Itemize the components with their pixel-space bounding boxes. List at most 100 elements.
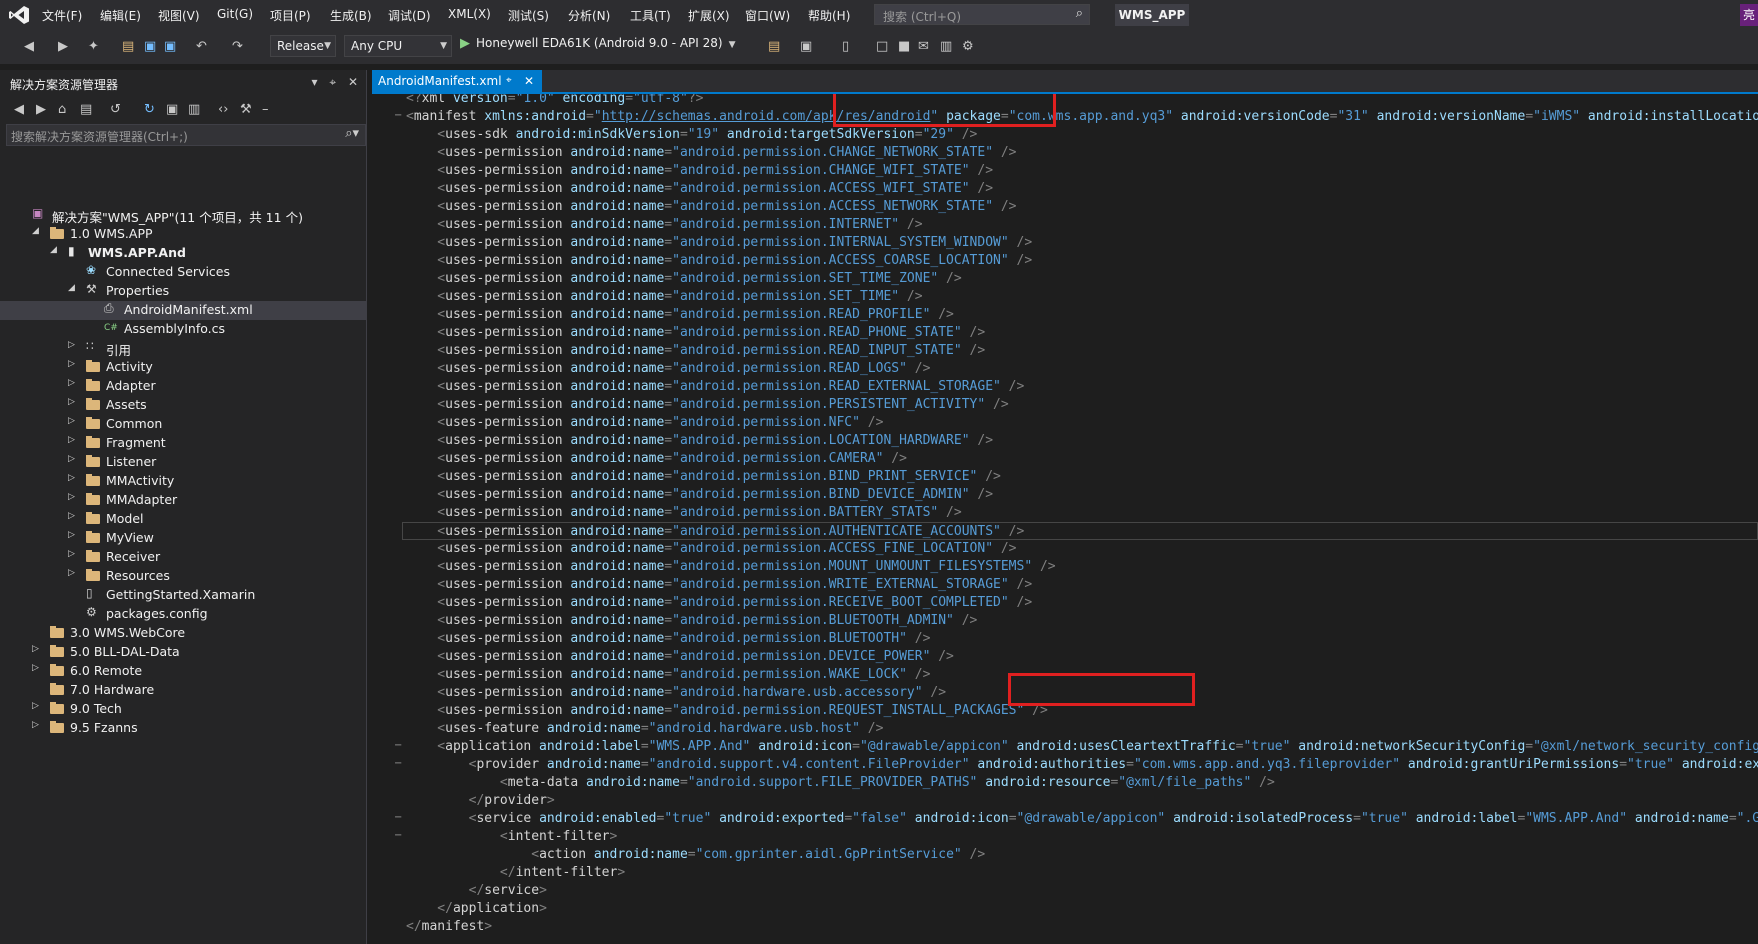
tree-item[interactable]: ◢ ▮ WMS.APP.And <box>0 244 366 263</box>
collapsed-arrow-icon[interactable]: ▷ <box>68 359 75 369</box>
fold-toggle-icon[interactable]: − <box>394 812 402 823</box>
user-avatar[interactable]: 亮 <box>1740 4 1758 26</box>
collapsed-arrow-icon[interactable]: ▷ <box>68 397 75 407</box>
fold-toggle-icon[interactable]: − <box>394 830 402 841</box>
expanded-arrow-icon[interactable]: ◢ <box>68 283 75 293</box>
fold-toggle-icon[interactable]: − <box>394 758 402 769</box>
tree-item[interactable]: 7.0 Hardware <box>0 681 366 700</box>
show-all-files-icon[interactable]: ▥ <box>188 102 200 117</box>
menu-item-6[interactable]: 调试(D) <box>388 7 431 24</box>
forward-icon[interactable]: ▶ <box>36 102 46 117</box>
menu-item-7[interactable]: XML(X) <box>448 7 491 21</box>
history-icon[interactable]: ↺ <box>110 102 121 117</box>
home-icon[interactable]: ⌂ <box>58 102 66 117</box>
tree-item[interactable]: ▷ 9.0 Tech <box>0 700 366 719</box>
collapsed-arrow-icon[interactable]: ▷ <box>68 454 75 464</box>
open-file-icon[interactable]: ▤ <box>122 39 134 54</box>
collapsed-arrow-icon[interactable]: ▷ <box>32 644 39 654</box>
pin-icon[interactable]: ⌖ <box>506 70 512 92</box>
expanded-arrow-icon[interactable]: ◢ <box>32 226 39 236</box>
save-all-icon[interactable]: ▣ <box>164 39 176 54</box>
tree-item[interactable]: ▷ MyView <box>0 529 366 548</box>
tree-item[interactable]: ▷ Resources <box>0 567 366 586</box>
tree-item[interactable]: ⎙ AndroidManifest.xml <box>0 301 366 320</box>
tree-item[interactable]: ▷ Fragment <box>0 434 366 453</box>
search-icon[interactable]: ⌕ <box>1076 6 1083 21</box>
tab-androidmanifest[interactable]: AndroidManifest.xml ⌖ ✕ <box>372 70 542 92</box>
fold-toggle-icon[interactable]: − <box>394 740 402 751</box>
view-code-icon[interactable]: ‹› <box>218 102 228 117</box>
camera-icon[interactable]: ■ <box>898 39 910 54</box>
menu-item-13[interactable]: 帮助(H) <box>808 7 850 24</box>
collapsed-arrow-icon[interactable]: ▷ <box>68 416 75 426</box>
tree-item[interactable]: ❀ Connected Services <box>0 263 366 282</box>
refresh-icon[interactable]: ↻ <box>144 102 155 117</box>
fold-toggle-icon[interactable]: − <box>394 110 402 121</box>
dropdown-icon[interactable]: ▾ <box>311 75 317 89</box>
menu-item-5[interactable]: 生成(B) <box>330 7 372 24</box>
collapsed-arrow-icon[interactable]: ▷ <box>68 511 75 521</box>
tree-item[interactable]: ⚙ packages.config <box>0 605 366 624</box>
tree-item[interactable]: ▷ Receiver <box>0 548 366 567</box>
tree-item[interactable]: ▷ Adapter <box>0 377 366 396</box>
tree-item[interactable]: ▷ Model <box>0 510 366 529</box>
new-project-icon[interactable]: ✦ <box>88 39 99 54</box>
tree-item[interactable]: ▷ Assets <box>0 396 366 415</box>
menu-item-12[interactable]: 窗口(W) <box>745 7 790 24</box>
tree-item[interactable]: ▣ 解决方案"WMS_APP"(11 个项目，共 11 个) <box>0 206 366 225</box>
menu-item-0[interactable]: 文件(F) <box>42 7 82 24</box>
collapsed-arrow-icon[interactable]: ▷ <box>32 701 39 711</box>
visual-studio-logo-icon[interactable] <box>8 5 30 25</box>
collapsed-arrow-icon[interactable]: ▷ <box>68 530 75 540</box>
menu-item-11[interactable]: 扩展(X) <box>688 7 730 24</box>
close-icon[interactable]: ✕ <box>524 70 534 92</box>
collapsed-arrow-icon[interactable]: ▷ <box>68 492 75 502</box>
collapsed-arrow-icon[interactable]: ▷ <box>68 568 75 578</box>
tree-item[interactable]: ◢ 1.0 WMS.APP <box>0 225 366 244</box>
switch-views-icon[interactable]: ▤ <box>80 102 92 117</box>
properties-icon[interactable]: ⚒ <box>240 102 252 117</box>
tree-item[interactable]: ▷ MMActivity <box>0 472 366 491</box>
preview-icon[interactable]: – <box>262 102 269 117</box>
menu-item-4[interactable]: 项目(P) <box>270 7 311 24</box>
menu-item-2[interactable]: 视图(V) <box>158 7 200 24</box>
search-icon[interactable]: ⌕▾ <box>345 126 359 141</box>
device-manager-icon[interactable]: ▯ <box>842 39 849 54</box>
solution-platform-dropdown[interactable]: Any CPU ▼ <box>344 35 452 57</box>
find-in-files-icon[interactable]: ▤ <box>768 39 780 54</box>
code-editor[interactable]: − − − − − <?xml version="1.0" encoding="utf-… <box>372 94 1758 944</box>
tree-item[interactable]: ▷ MMAdapter <box>0 491 366 510</box>
close-icon[interactable]: ✕ <box>348 75 358 89</box>
menu-item-10[interactable]: 工具(T) <box>630 7 671 24</box>
undo-icon[interactable]: ↶ <box>196 39 207 54</box>
tree-item[interactable]: ▷ 6.0 Remote <box>0 662 366 681</box>
layout-icon[interactable]: ▥ <box>940 39 952 54</box>
start-debugging-button[interactable]: ▶ Honeywell EDA61K (Android 9.0 - API 28)… <box>460 36 736 51</box>
collapsed-arrow-icon[interactable]: ▷ <box>68 435 75 445</box>
navigate-back-icon[interactable]: ◀ <box>24 39 34 54</box>
attach-icon[interactable]: □ <box>876 39 888 54</box>
collapsed-arrow-icon[interactable]: ▷ <box>32 720 39 730</box>
menu-item-3[interactable]: Git(G) <box>217 7 253 21</box>
tree-item[interactable]: ◢ ⚒ Properties <box>0 282 366 301</box>
tree-item[interactable]: ▷ 5.0 BLL-DAL-Data <box>0 643 366 662</box>
expanded-arrow-icon[interactable]: ◢ <box>50 245 57 255</box>
collapse-all-icon[interactable]: ▣ <box>166 102 178 117</box>
solution-explorer-search[interactable]: 搜索解决方案资源管理器(Ctrl+;) ⌕▾ <box>6 124 366 146</box>
tree-item[interactable]: ▷ ∷ 引用 <box>0 339 366 358</box>
menu-item-8[interactable]: 测试(S) <box>508 7 549 24</box>
tree-item[interactable]: ▷ Activity <box>0 358 366 377</box>
collapsed-arrow-icon[interactable]: ▷ <box>32 663 39 673</box>
tree-item[interactable]: ▷ 9.5 Fzanns <box>0 719 366 738</box>
back-icon[interactable]: ◀ <box>14 102 24 117</box>
device-screen-icon[interactable]: ▣ <box>800 39 812 54</box>
redo-icon[interactable]: ↷ <box>232 39 243 54</box>
quick-launch-search[interactable]: 搜索 (Ctrl+Q) ⌕ <box>874 4 1090 25</box>
settings-icon[interactable]: ⚙ <box>962 39 974 54</box>
pin-icon[interactable]: ⌖ <box>329 75 336 89</box>
tree-item[interactable]: ▯ GettingStarted.Xamarin <box>0 586 366 605</box>
tree-item[interactable]: 3.0 WMS.WebCore <box>0 624 366 643</box>
collapsed-arrow-icon[interactable]: ▷ <box>68 473 75 483</box>
email-icon[interactable]: ✉ <box>918 39 929 54</box>
menu-item-9[interactable]: 分析(N) <box>568 7 610 24</box>
